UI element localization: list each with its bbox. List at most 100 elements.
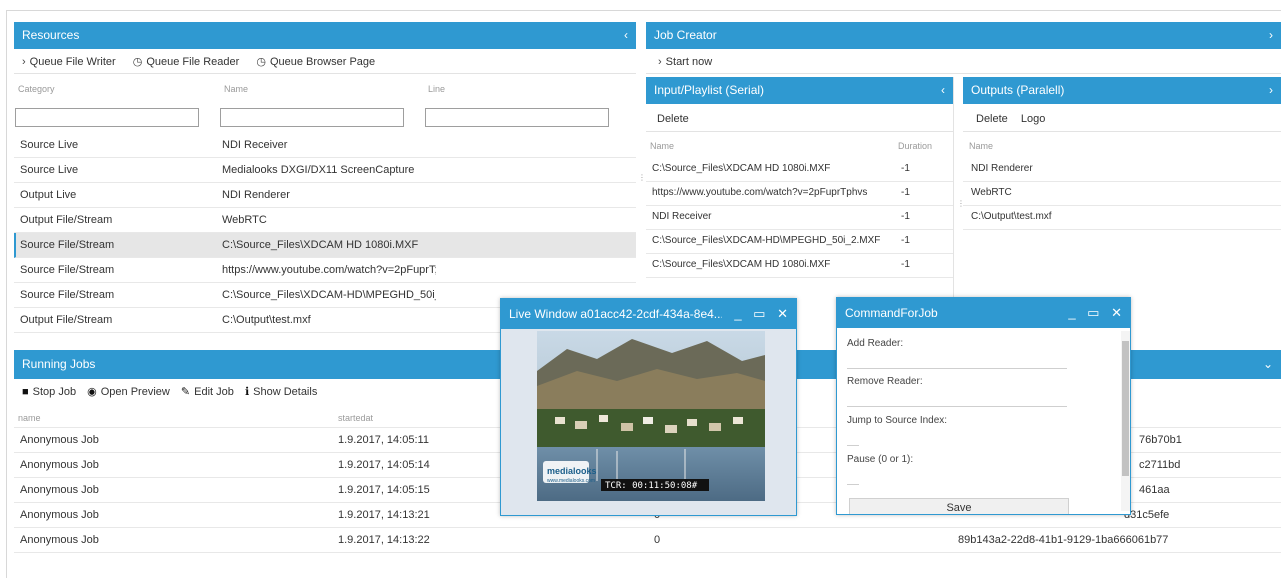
row-category: Source File/Stream — [20, 264, 115, 276]
queue-file-reader-button[interactable]: ◷ Queue File Reader — [133, 51, 240, 74]
column-header-name[interactable]: name — [18, 413, 41, 423]
input-duration: -1 — [901, 211, 910, 222]
job-name: Anonymous Job — [20, 534, 99, 546]
output-name: NDI Renderer — [971, 163, 1033, 174]
edit-job-button[interactable]: ✎ Edit Job — [181, 381, 234, 404]
job-id: 461aa — [1139, 484, 1170, 496]
vertical-splitter-handle[interactable]: ⋮ — [957, 200, 965, 208]
queue-file-writer-label: Queue File Writer — [29, 56, 116, 68]
list-item[interactable]: https://www.youtube.com/watch?v=2pFuprTp… — [646, 181, 953, 206]
add-reader-input[interactable] — [847, 368, 1067, 369]
row-category: Output File/Stream — [20, 314, 113, 326]
table-row[interactable]: Anonymous Job 1.9.2017, 14:13:22 0 89b143a2… — [14, 528, 1281, 553]
row-category: Source Live — [20, 164, 79, 176]
running-jobs-collapse-icon[interactable]: ⌄ — [1263, 350, 1273, 379]
jump-to-source-index-label: Jump to Source Index: — [847, 415, 948, 426]
column-header-name[interactable]: Name — [650, 141, 674, 151]
table-row-selected[interactable]: Source File/Stream C:\Source_Files\XDCAM … — [14, 233, 636, 258]
list-item[interactable]: WebRTC — [963, 181, 1281, 206]
list-item[interactable]: NDI Receiver -1 — [646, 205, 953, 230]
list-item[interactable]: NDI Renderer — [963, 157, 1281, 182]
job-creator-collapse-icon[interactable]: › — [1269, 22, 1273, 49]
queue-browser-page-label: Queue Browser Page — [269, 56, 376, 68]
resources-collapse-icon[interactable]: ‹ — [624, 22, 628, 49]
open-preview-button[interactable]: ◉ Open Preview — [87, 381, 170, 404]
table-row[interactable]: Output Live NDI Renderer — [14, 183, 636, 208]
row-name: C:\Source_Files\XDCAM HD 1080i.MXF — [222, 239, 419, 251]
list-item[interactable]: C:\Output\test.mxf — [963, 205, 1281, 230]
input-playlist-title: Input/Playlist (Serial) — [654, 83, 765, 97]
output-name: C:\Output\test.mxf — [971, 211, 1052, 222]
job-name: Anonymous Job — [20, 509, 99, 521]
job-id: c2711bd — [1139, 459, 1181, 471]
row-name: C:\Source_Files\XDCAM-HD\MPEGHD_50i_ — [222, 289, 436, 301]
vertical-splitter-handle[interactable]: ⋮ — [638, 174, 646, 182]
close-icon[interactable]: ✕ — [1111, 298, 1122, 328]
job-name: Anonymous Job — [20, 484, 99, 496]
scrollbar-thumb[interactable] — [1122, 341, 1129, 476]
save-button[interactable]: Save — [849, 498, 1069, 514]
column-header-duration[interactable]: Duration — [898, 141, 932, 151]
outputs-delete-button[interactable]: Delete — [976, 106, 1008, 132]
command-window-titlebar[interactable]: CommandForJob _ ▭ ✕ — [837, 298, 1130, 328]
maximize-icon[interactable]: ▭ — [753, 299, 765, 329]
job-id: 76b70b1 — [1139, 434, 1182, 446]
input-playlist-collapse-icon[interactable]: ‹ — [941, 77, 945, 104]
live-window-titlebar[interactable]: Live Window a01acc42-2cdf-434a-8e4... _ … — [501, 299, 796, 329]
running-jobs-title: Running Jobs — [22, 357, 96, 371]
column-header-startedat[interactable]: startedat — [338, 413, 373, 423]
column-header-name[interactable]: Name — [969, 141, 993, 151]
input-playlist-toolbar: Delete — [646, 106, 953, 132]
close-icon[interactable]: ✕ — [777, 299, 788, 329]
queue-file-reader-label: Queue File Reader — [146, 56, 240, 68]
line-filter-input[interactable] — [425, 108, 609, 127]
column-header-category[interactable]: Category — [18, 84, 55, 94]
row-category: Source Live — [20, 139, 79, 151]
show-details-button[interactable]: ℹ Show Details — [245, 381, 317, 404]
name-filter-input[interactable] — [220, 108, 404, 127]
minimize-icon[interactable]: _ — [734, 299, 741, 329]
list-item[interactable]: C:\Source_Files\XDCAM HD 1080i.MXF -1 — [646, 253, 953, 278]
live-window[interactable]: Live Window a01acc42-2cdf-434a-8e4... _ … — [500, 298, 797, 516]
outputs-collapse-icon[interactable]: › — [1269, 77, 1273, 104]
input-duration: -1 — [901, 259, 910, 270]
list-item[interactable]: C:\Source_Files\XDCAM-HD\MPEGHD_50i_2.MX… — [646, 229, 953, 254]
input-name: C:\Source_Files\XDCAM HD 1080i.MXF — [652, 163, 831, 174]
jump-to-source-index-input[interactable] — [847, 445, 859, 446]
timecode-overlay: TCR: 00:11:50:08# — [605, 481, 698, 491]
row-category: Source File/Stream — [20, 289, 115, 301]
queue-file-writer-button[interactable]: › Queue File Writer — [22, 51, 116, 74]
job-creator-title: Job Creator — [654, 28, 717, 42]
category-filter-input[interactable] — [15, 108, 199, 127]
job-id: 89b143a2-22d8-41b1-9129-1ba666061b77 — [958, 534, 1169, 546]
pause-input[interactable] — [847, 484, 859, 485]
maximize-icon[interactable]: ▭ — [1087, 298, 1099, 328]
outputs-logo-button[interactable]: Logo — [1021, 106, 1045, 132]
live-window-controls: _ ▭ ✕ — [722, 299, 788, 329]
queue-browser-page-button[interactable]: ◷ Queue Browser Page — [256, 51, 375, 74]
open-preview-label: Open Preview — [100, 386, 170, 398]
row-category: Output File/Stream — [20, 214, 113, 226]
top-border — [6, 10, 1281, 11]
job-startedat: 1.9.2017, 14:05:14 — [338, 459, 430, 471]
stop-job-button[interactable]: ■ Stop Job — [22, 381, 76, 404]
table-row[interactable]: Output File/Stream WebRTC — [14, 208, 636, 233]
table-row[interactable]: Source Live Medialooks DXGI/DX11 ScreenCa… — [14, 158, 636, 183]
input-duration: -1 — [901, 235, 910, 246]
table-row[interactable]: Source Live NDI Receiver — [14, 133, 636, 158]
column-header-line[interactable]: Line — [428, 84, 445, 94]
command-window-scrollbar[interactable] — [1121, 331, 1130, 511]
column-header-name[interactable]: Name — [224, 84, 248, 94]
input-duration: -1 — [901, 187, 910, 198]
start-now-button[interactable]: › Start now — [658, 51, 712, 74]
minimize-icon[interactable]: _ — [1068, 298, 1075, 328]
command-for-job-window[interactable]: CommandForJob _ ▭ ✕ Add Reader: Remove R… — [836, 297, 1131, 515]
input-name: C:\Source_Files\XDCAM-HD\MPEGHD_50i_2.MX… — [652, 235, 881, 246]
edit-icon: ✎ — [180, 386, 191, 398]
job-startedat: 1.9.2017, 14:13:21 — [338, 509, 430, 521]
table-row[interactable]: Source File/Stream https://www.youtube.co… — [14, 258, 636, 283]
input-delete-button[interactable]: Delete — [657, 106, 689, 132]
list-item[interactable]: C:\Source_Files\XDCAM HD 1080i.MXF -1 — [646, 157, 953, 182]
remove-reader-input[interactable] — [847, 406, 1067, 407]
row-category: Source File/Stream — [20, 239, 115, 251]
